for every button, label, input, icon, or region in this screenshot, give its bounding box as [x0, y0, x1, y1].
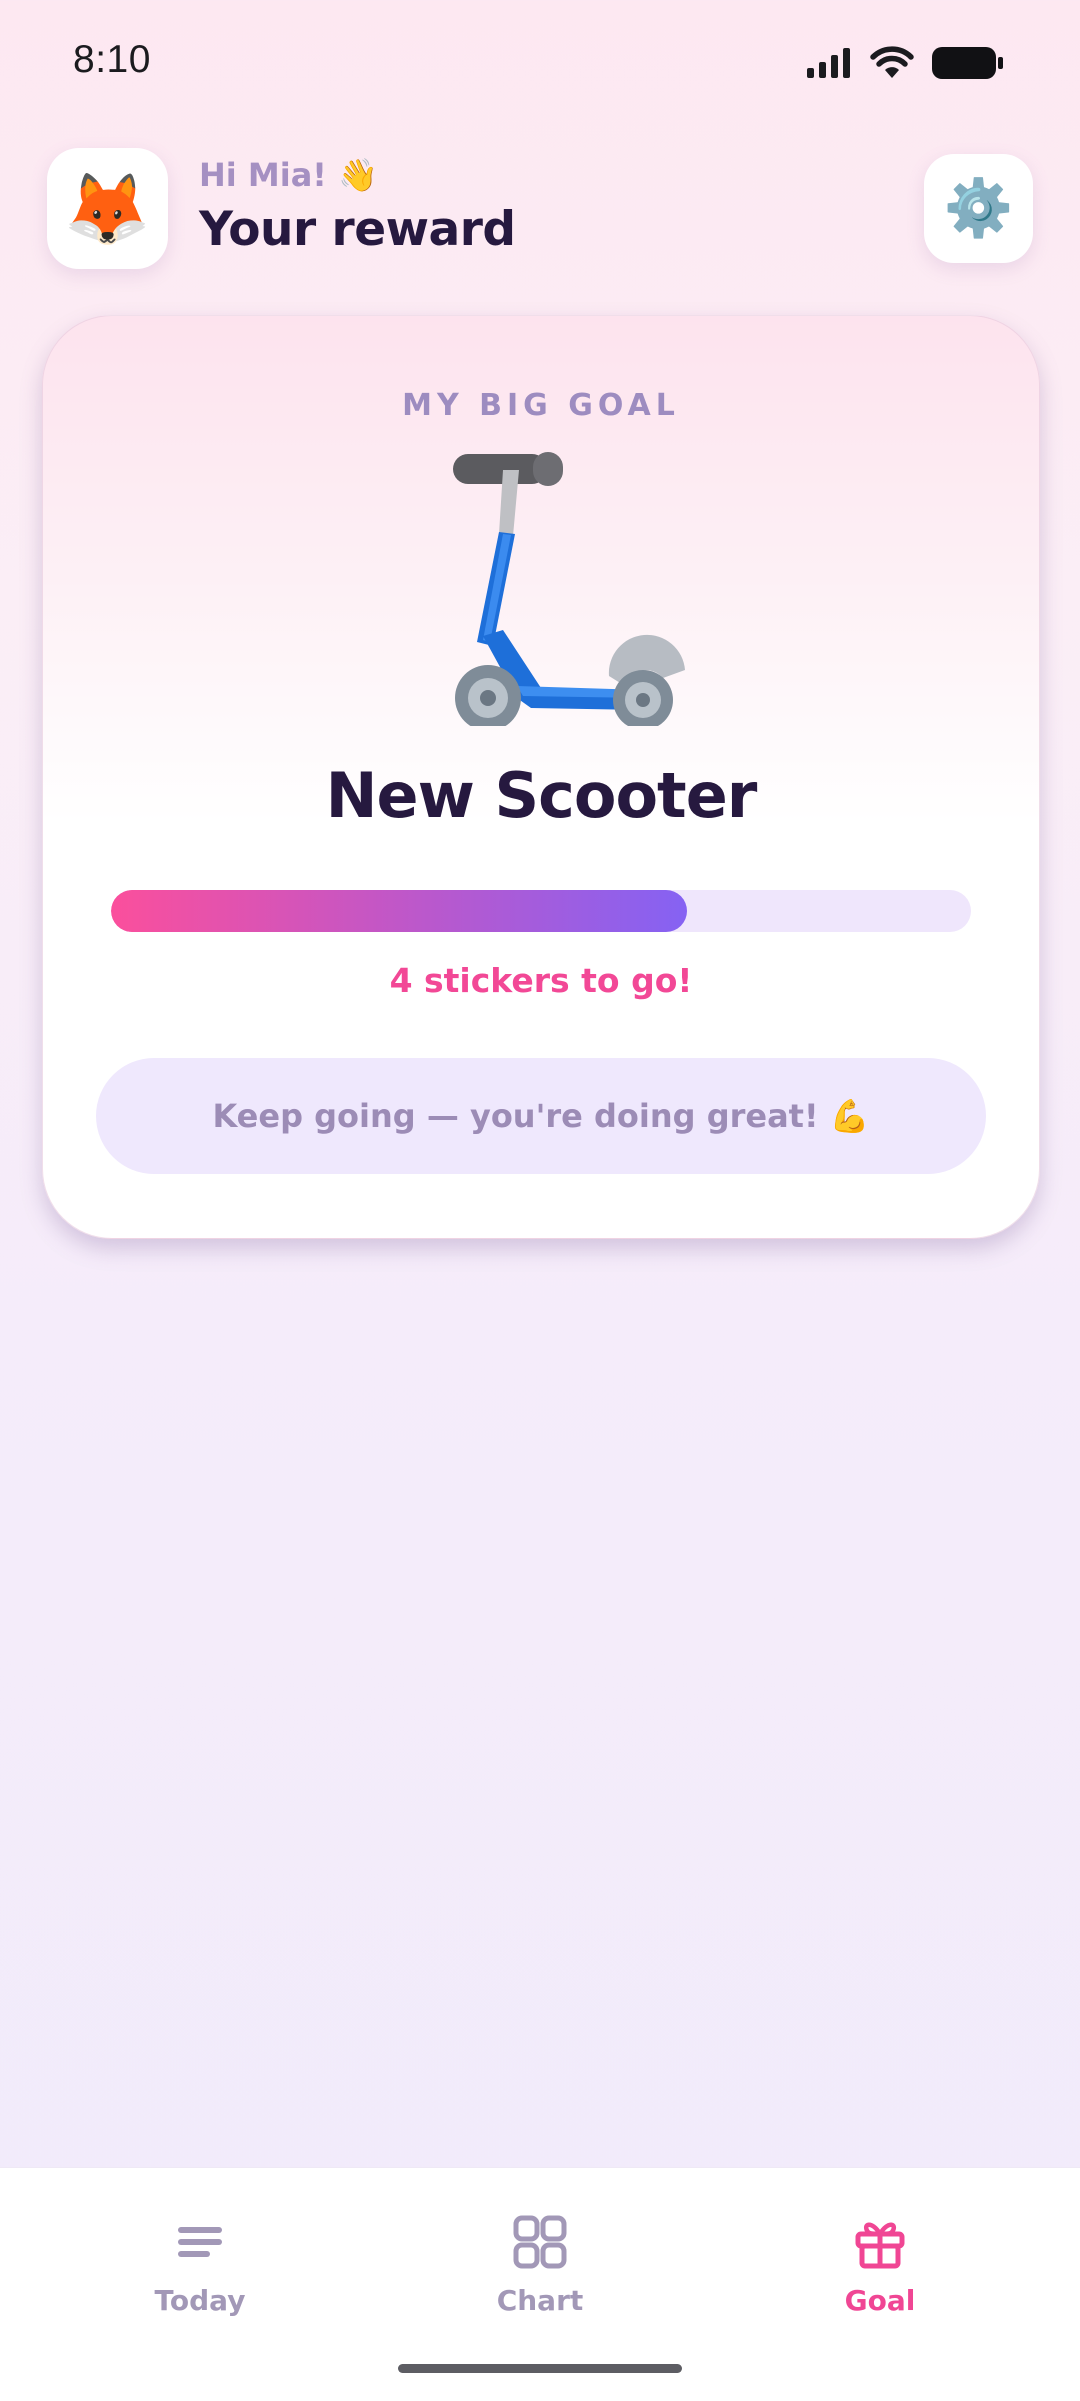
battery-icon	[932, 47, 1003, 79]
tab-chart[interactable]: Chart	[430, 2212, 650, 2317]
signal-icon	[807, 48, 850, 78]
gear-icon: ⚙️	[943, 175, 1014, 241]
goal-name: New Scooter	[325, 759, 758, 832]
status-bar: 8:10	[0, 0, 1080, 130]
tab-chart-label: Chart	[496, 2284, 584, 2317]
encouragement-banner: Keep going — you're doing great! 💪	[96, 1058, 986, 1174]
progress-fill	[111, 890, 688, 932]
avatar[interactable]: 🦊	[47, 148, 168, 269]
tab-goal[interactable]: Goal	[770, 2212, 990, 2317]
home-indicator	[398, 2364, 682, 2373]
list-icon	[178, 2227, 222, 2257]
greeting: Hi Mia! 👋	[199, 156, 378, 194]
status-time: 8:10	[73, 38, 151, 81]
stickers-remaining-text: 4 stickers to go!	[389, 961, 693, 1000]
gift-icon	[855, 2222, 905, 2269]
goal-card: MY BIG GOAL New Scooter 4 stickers to go…	[42, 315, 1040, 1239]
scooter-icon	[453, 452, 685, 726]
encouragement-text: Keep going — you're doing great! 💪	[212, 1097, 870, 1135]
settings-button[interactable]: ⚙️	[924, 154, 1033, 263]
waving-hand-icon: 👋	[338, 156, 378, 194]
tab-goal-label: Goal	[844, 2284, 916, 2317]
tab-today[interactable]: Today	[90, 2212, 310, 2317]
grid-icon	[513, 2215, 567, 2269]
progress-bar	[111, 890, 971, 932]
status-icons	[806, 46, 1004, 80]
fox-icon: 🦊	[63, 167, 152, 250]
wifi-icon	[870, 46, 914, 78]
page-title: Your reward	[199, 202, 516, 257]
tab-today-label: Today	[154, 2284, 246, 2317]
greeting-text: Hi Mia!	[199, 156, 327, 194]
